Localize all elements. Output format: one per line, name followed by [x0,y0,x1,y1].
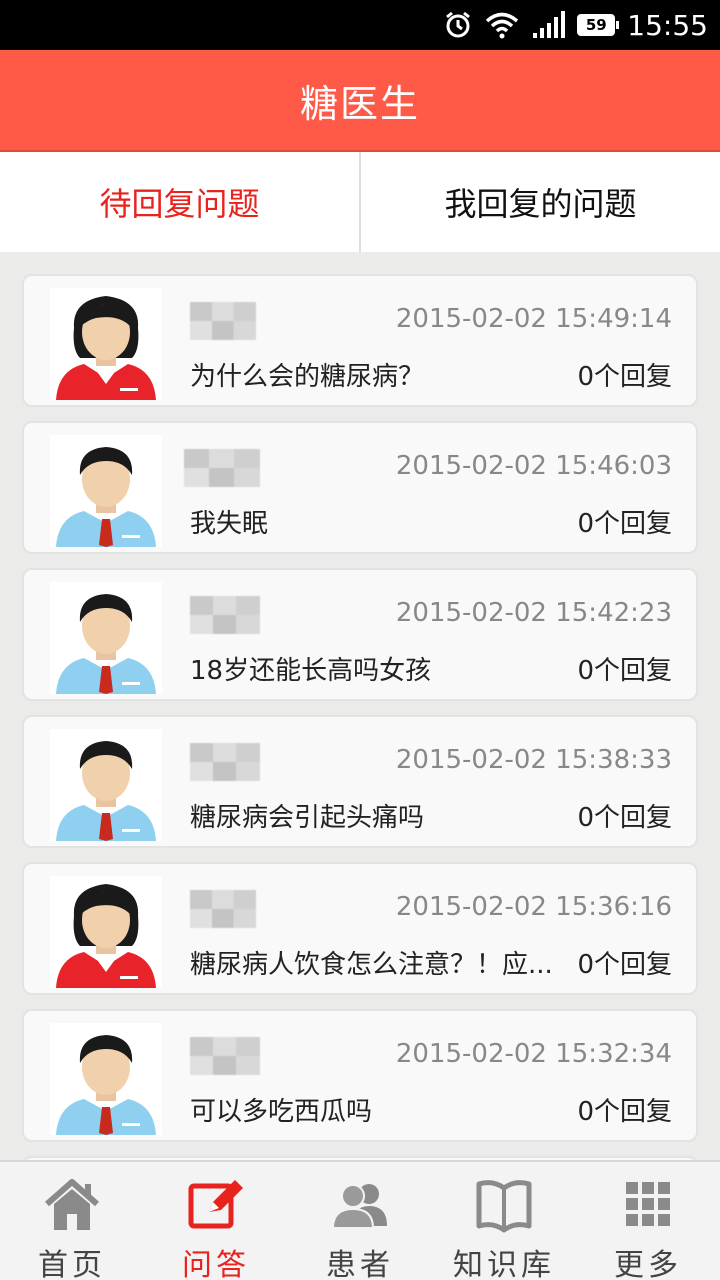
question-timestamp: 2015-02-02 15:32:34 [395,1039,672,1069]
reply-count: 0个回复 [577,362,672,392]
question-card[interactable]: 2015-02-02 15:32:34 可以多吃西瓜吗 0个回复 [22,1009,698,1142]
blurred-username [190,1037,260,1075]
question-card[interactable]: 2015-02-02 15:46:03 我失眠 0个回复 [22,421,698,554]
nav-more[interactable]: 更多 [576,1162,720,1280]
reply-count: 0个回复 [577,509,672,539]
reply-count: 0个回复 [577,950,672,980]
bottom-nav: 首页 问答 患者 知识库 更多 [0,1160,720,1280]
question-text: 为什么会的糖尿病？ [190,362,425,392]
reply-count: 0个回复 [577,656,672,686]
question-timestamp: 2015-02-02 15:46:03 [395,451,672,481]
nav-home[interactable]: 首页 [0,1162,144,1280]
nav-label: 知识库 [453,1248,555,1280]
blurred-username [190,596,260,634]
question-timestamp: 2015-02-02 15:49:14 [395,304,672,334]
home-icon [41,1176,103,1234]
question-list[interactable]: 2015-02-02 15:49:14 为什么会的糖尿病？ 0个回复 2015-… [0,252,720,1160]
male-avatar-icon [50,435,162,547]
nav-label: 患者 [326,1248,394,1280]
question-card[interactable]: 2015-02-02 15:42:23 18岁还能长高吗女孩 0个回复 [22,568,698,701]
female-avatar-icon [50,876,162,988]
battery-icon: 59 [577,14,620,36]
question-text: 可以多吃西瓜吗 [190,1097,373,1127]
question-timestamp: 2015-02-02 15:42:23 [395,598,672,628]
page-title: 糖医生 [299,81,420,126]
question-timestamp: 2015-02-02 15:36:16 [395,892,672,922]
nav-knowledge-base[interactable]: 知识库 [432,1162,576,1280]
status-time: 15:55 [627,8,708,42]
reply-count: 0个回复 [577,803,672,833]
question-card[interactable]: 2015-02-02 15:38:33 糖尿病会引起头痛吗 0个回复 [22,715,698,848]
patients-icon [329,1176,391,1234]
question-text: 糖尿病会引起头痛吗 [190,803,425,833]
book-icon [473,1176,535,1234]
male-avatar-icon [50,1023,162,1135]
female-avatar-icon [50,288,162,400]
tab-my-replied-questions[interactable]: 我回复的问题 [359,152,720,252]
blurred-username [190,890,256,928]
question-text: 18岁还能长高吗女孩 [190,656,432,686]
blurred-username [190,302,256,340]
question-card[interactable]: 2015-02-02 15:49:14 为什么会的糖尿病？ 0个回复 [22,274,698,407]
question-text: 我失眠 [190,509,269,539]
question-timestamp: 2015-02-02 15:38:33 [395,745,672,775]
tab-bar: 待回复问题 我回复的问题 [0,152,720,252]
grid-icon [617,1176,679,1234]
wifi-icon [485,11,519,39]
male-avatar-icon [50,582,162,694]
question-text: 糖尿病人饮食怎么注意？！应... [190,950,553,980]
status-bar: 59 15:55 [0,0,720,50]
male-avatar-icon [50,729,162,841]
nav-label: 首页 [38,1248,106,1280]
tab-pending-questions[interactable]: 待回复问题 [0,152,359,252]
nav-label: 问答 [182,1248,250,1280]
alarm-icon [443,10,473,40]
edit-icon [185,1176,247,1234]
nav-patients[interactable]: 患者 [288,1162,432,1280]
blurred-username [190,743,260,781]
signal-icon [531,11,566,39]
blurred-username [184,449,260,487]
nav-qa[interactable]: 问答 [144,1162,288,1280]
question-card[interactable]: 2015-02-02 15:36:16 糖尿病人饮食怎么注意？！应... 0个回… [22,862,698,995]
reply-count: 0个回复 [577,1097,672,1127]
app-header: 糖医生 [0,50,720,152]
nav-label: 更多 [614,1248,682,1280]
